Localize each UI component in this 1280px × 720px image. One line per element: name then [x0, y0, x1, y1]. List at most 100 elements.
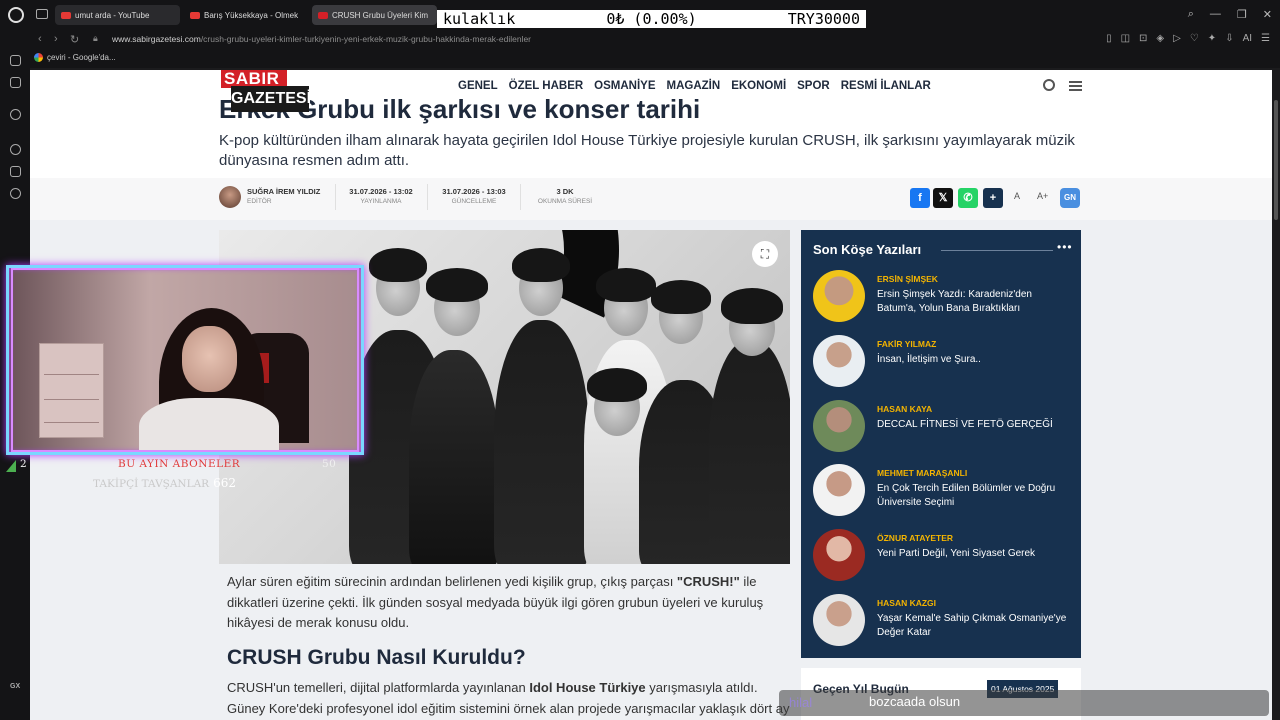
download-icon[interactable]: ⇩	[1225, 33, 1233, 44]
member-figure	[409, 350, 499, 564]
heart-icon[interactable]: ♡	[1190, 33, 1199, 44]
back-icon[interactable]: ‹	[38, 33, 42, 45]
tab-youtube-2[interactable]: Barış Yüksekkaya - Olmek	[184, 5, 309, 25]
member-figure	[709, 340, 790, 564]
facebook-share-icon[interactable]: f	[910, 188, 930, 208]
member-hair	[512, 248, 570, 282]
forward-icon[interactable]: ›	[54, 33, 58, 45]
follow-label: TAKİPÇİ TAVŞANLAR	[93, 478, 210, 490]
sidebar-history-icon[interactable]	[10, 144, 21, 155]
sub-count-left: 2	[20, 458, 28, 470]
sub-label: BU AYIN ABONELER	[118, 458, 241, 470]
sidebar-settings-icon[interactable]	[10, 109, 21, 120]
sidebar-gx-label[interactable]: GX	[10, 683, 20, 690]
play-icon[interactable]: ▷	[1173, 33, 1181, 44]
donation-goal-banner: kulaklık 0₺ (0.00%) TRY30000	[437, 10, 866, 28]
menu-item-osmaniye[interactable]: OSMANİYE	[594, 80, 655, 92]
columnist-article-title: Yaşar Kemal'e Sahip Çıkmak Osmaniye'ye D…	[877, 613, 1067, 638]
url-domain: www.sabirgazetesi.com	[112, 34, 201, 44]
whatsapp-share-icon[interactable]: ✆	[958, 188, 978, 208]
columnist-name: HASAN KAZGI	[877, 598, 937, 608]
member-hair	[426, 268, 488, 302]
menu-item-ekonomi[interactable]: EKONOMİ	[731, 80, 786, 92]
columnist-name: FAKİR YILMAZ	[877, 339, 937, 349]
sidebar-extensions-icon[interactable]	[10, 166, 21, 177]
tab-crush-article[interactable]: CRUSH Grubu Üyeleri Kim	[312, 5, 437, 25]
maximize-icon[interactable]: ❐	[1237, 8, 1247, 21]
member-hair	[721, 288, 783, 324]
panel-divider	[941, 250, 1053, 251]
member-hair	[369, 248, 427, 282]
follow-count: 662	[213, 476, 236, 490]
member-figure	[494, 320, 589, 564]
sidebar-music-icon[interactable]	[10, 77, 21, 88]
columnist-item[interactable]: MEHMET MARAŞANLI En Çok Tercih Edilen Bö…	[813, 464, 1073, 516]
reading-value: 3 DK	[556, 187, 574, 196]
scrollbar-thumb[interactable]	[1274, 100, 1278, 220]
sidebar-messenger-icon[interactable]	[10, 55, 21, 66]
menu-icon[interactable]: ☰	[1261, 33, 1270, 44]
article-paragraph: CRUSH'un temelleri, dijital platformlard…	[219, 678, 792, 719]
author-info[interactable]: SUĞRA İREM YILDIZ EDİTÖR	[247, 187, 320, 205]
extensions-icon[interactable]: ✦	[1208, 33, 1216, 44]
chat-username: hilal	[789, 695, 813, 710]
reload-icon[interactable]: ↻	[70, 33, 79, 46]
author-avatar[interactable]	[219, 186, 241, 208]
youtube-icon	[190, 11, 200, 19]
tab-label: umut arda - YouTube	[75, 10, 150, 20]
meta-divider	[427, 184, 428, 210]
minimize-icon[interactable]: —	[1210, 8, 1221, 21]
updated-label: GÜNCELLEME	[451, 198, 497, 205]
member-hair	[651, 280, 711, 314]
font-increase-button[interactable]: A+	[1037, 191, 1048, 201]
p1-song-title: "CRUSH!"	[676, 574, 740, 589]
close-icon[interactable]: ✕	[1263, 8, 1272, 21]
menu-item-magazin[interactable]: MAGAZİN	[667, 80, 721, 92]
webcam-frame-glow	[11, 268, 359, 452]
columnist-item[interactable]: ÖZNUR ATAYETER Yeni Parti Değil, Yeni Si…	[813, 529, 1073, 581]
menu-item-genel[interactable]: GENEL	[458, 80, 498, 92]
reader-icon[interactable]: ▯	[1106, 33, 1112, 44]
columnist-item[interactable]: FAKİR YILMAZ İnsan, İletişim ve Şura..	[813, 335, 1073, 387]
goal-item: kulaklık	[443, 10, 516, 28]
opera-gx-logo-icon[interactable]	[8, 7, 24, 23]
bookmark-label: çeviri - Google'da...	[47, 53, 116, 62]
snapshot-icon[interactable]: ◫	[1121, 33, 1130, 44]
columnist-item[interactable]: HASAN KAZGI Yaşar Kemal'e Sahip Çıkmak O…	[813, 594, 1073, 646]
ai-icon[interactable]: AI	[1243, 33, 1252, 44]
columnist-item[interactable]: ERSİN ŞİMŞEK Ersin Şimşek Yazdı: Karaden…	[813, 270, 1073, 322]
tab-youtube[interactable]: umut arda - YouTube	[55, 5, 180, 25]
search-tabs-icon[interactable]: ⌕	[1188, 8, 1194, 21]
more-share-icon[interactable]: +	[983, 188, 1003, 208]
goal-change: 0₺ (0.00%)	[606, 10, 697, 28]
reading-time-info: 3 DK OKUNMA SÜRESİ	[528, 187, 602, 205]
google-news-button[interactable]: GN	[1060, 188, 1080, 208]
hamburger-menu-icon[interactable]	[1069, 81, 1082, 91]
columnists-panel: Son Köşe Yazıları ••• ERSİN ŞİMŞEK Ersin…	[801, 230, 1081, 658]
site-logo[interactable]: SABIR GAZETESİ	[219, 70, 319, 112]
columnist-item[interactable]: HASAN KAYA DECCAL FİTNESİ VE FETÖ GERÇEĞ…	[813, 400, 1073, 452]
tab-islands-icon[interactable]	[36, 9, 48, 19]
columnist-name: ERSİN ŞİMŞEK	[877, 274, 938, 284]
adblock-icon[interactable]: ◈	[1156, 33, 1164, 44]
menu-item-spor[interactable]: SPOR	[797, 80, 830, 92]
more-options-icon[interactable]: •••	[1057, 240, 1073, 254]
sidebar-gear-icon[interactable]	[10, 188, 21, 199]
alert-triangle-icon	[6, 460, 16, 472]
bookmark-icon[interactable]: ⊡	[1139, 33, 1147, 44]
font-decrease-button[interactable]: A	[1014, 191, 1020, 201]
fullscreen-expand-icon[interactable]: ⛶	[752, 241, 778, 267]
article-paragraph: Aylar süren eğitim sürecinin ardından be…	[219, 572, 790, 634]
youtube-icon	[61, 11, 71, 19]
page-scrollbar[interactable]	[1272, 70, 1280, 720]
url-field[interactable]: www.sabirgazetesi.com/crush-grubu-uyeler…	[112, 34, 531, 44]
window-controls: ⌕ — ❐ ✕	[1188, 8, 1272, 21]
search-icon[interactable]	[1043, 79, 1055, 91]
bookmark-google-translate[interactable]: çeviri - Google'da...	[34, 53, 116, 62]
menu-item-ozel-haber[interactable]: ÖZEL HABER	[509, 80, 584, 92]
columnist-photo	[813, 335, 865, 387]
p1-text-a: Aylar süren eğitim sürecinin ardından be…	[227, 574, 677, 589]
menu-item-resmi-ilanlar[interactable]: RESMİ İLANLAR	[841, 80, 931, 92]
x-share-icon[interactable]: 𝕏	[933, 188, 953, 208]
main-menu: GENEL ÖZEL HABER OSMANİYE MAGAZİN EKONOM…	[458, 80, 931, 92]
